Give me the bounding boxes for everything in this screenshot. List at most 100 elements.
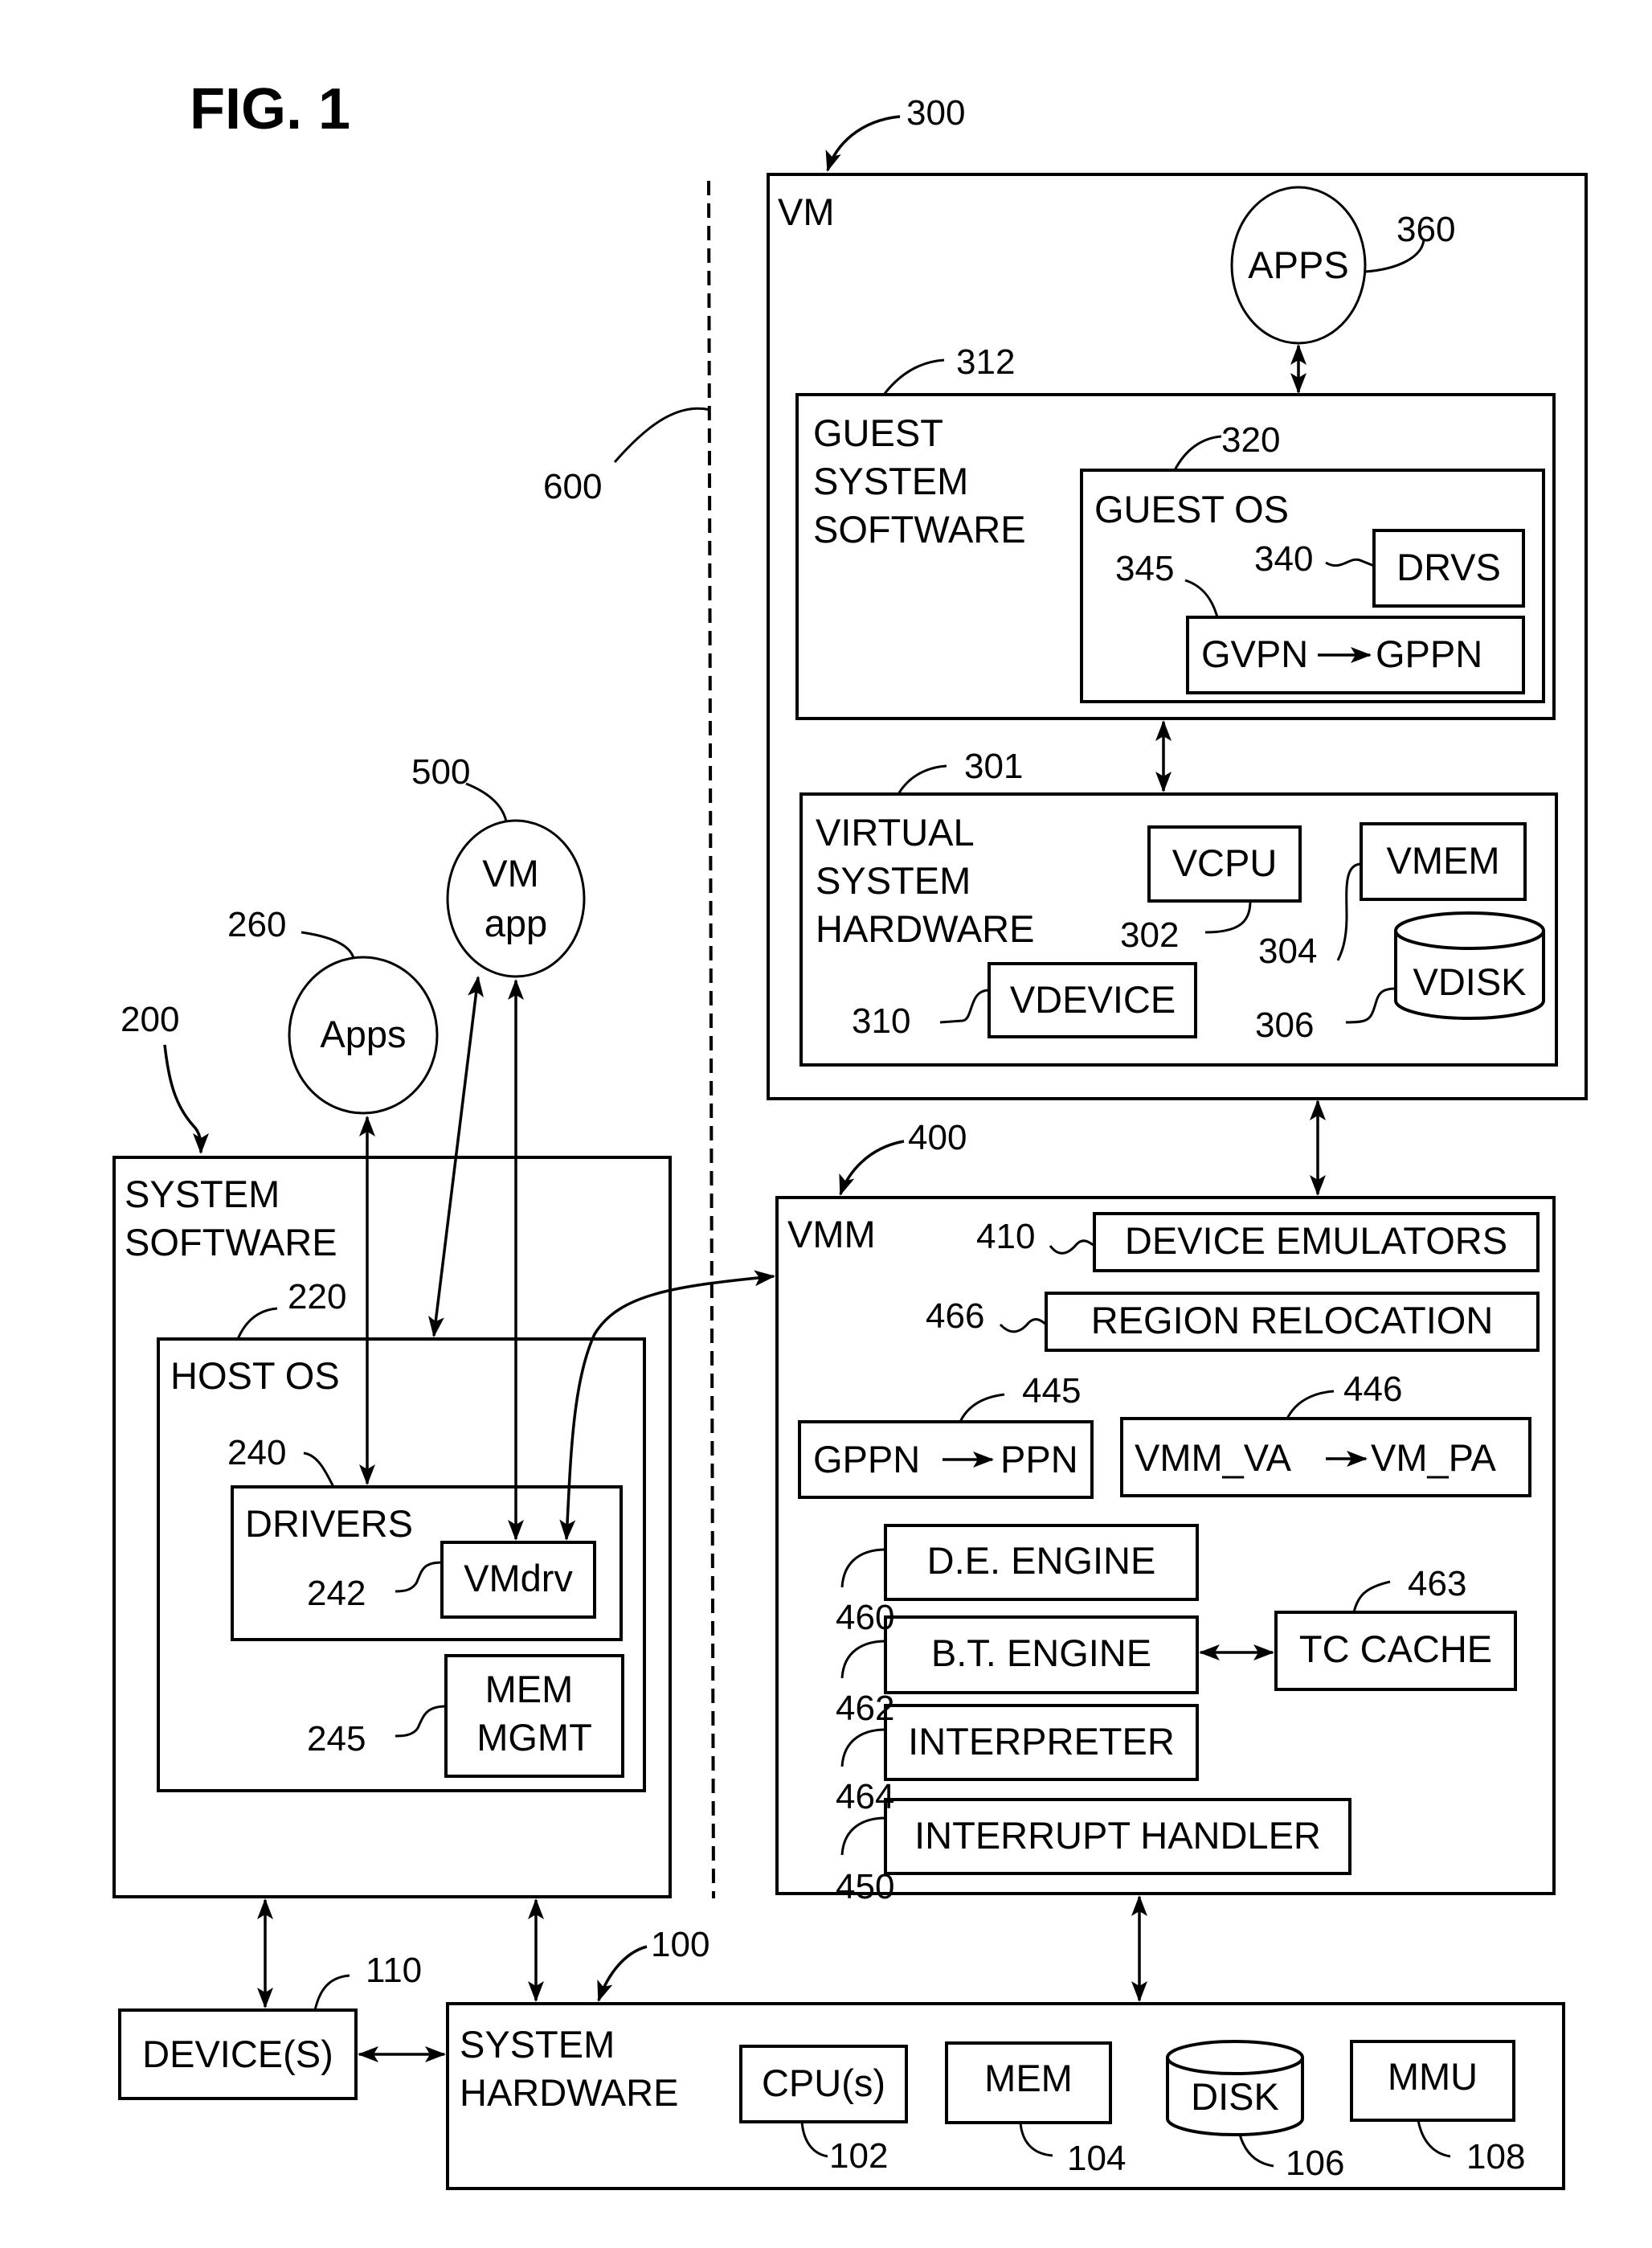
- ref-300: 300: [906, 93, 965, 133]
- ref-320-leader: [1173, 435, 1222, 471]
- ref-242: 242: [307, 1574, 366, 1613]
- ref-450: 450: [836, 1867, 894, 1906]
- guest-os-label: GUEST OS: [1094, 488, 1289, 530]
- ref-463-leader: [1352, 1580, 1391, 1613]
- ref-220: 220: [288, 1277, 346, 1316]
- ref-345-leader: [1184, 579, 1219, 618]
- ref-301: 301: [964, 747, 1023, 786]
- gvpn-label: GVPN: [1201, 633, 1308, 675]
- mem-mgmt-label: MEM MGMT: [476, 1668, 592, 1759]
- host-apps-label: Apps: [320, 1013, 406, 1055]
- ref-200-arrow: [163, 1044, 209, 1154]
- vm-label: VM: [778, 190, 835, 233]
- region-relocation-label: REGION RELOCATION: [1091, 1299, 1494, 1341]
- ref-302: 302: [1120, 915, 1179, 955]
- ref-304-leader: [1336, 862, 1362, 961]
- ref-110-leader: [313, 1974, 350, 2011]
- vmdrv-label: VMdrv: [464, 1557, 573, 1599]
- ref-110: 110: [366, 1951, 422, 1990]
- ref-260: 260: [227, 905, 286, 944]
- cpu-label: CPU(s): [762, 2062, 885, 2104]
- ref-345: 345: [1115, 549, 1174, 588]
- ref-450-leader: [840, 1816, 886, 1856]
- ref-245: 245: [307, 1719, 366, 1759]
- ref-242-leader: [395, 1561, 443, 1593]
- ref-360: 360: [1396, 210, 1455, 249]
- gppn-map-from-label: GPPN: [813, 1438, 920, 1480]
- ref-466-leader: [999, 1318, 1047, 1333]
- system-software-label: SYSTEM SOFTWARE: [125, 1173, 337, 1263]
- vm-apps-label: APPS: [1248, 244, 1348, 286]
- ref-340: 340: [1254, 539, 1313, 579]
- interrupt-handler-label: INTERRUPT HANDLER: [914, 1814, 1321, 1857]
- vmem-label: VMEM: [1387, 839, 1500, 882]
- vcpu-label: VCPU: [1172, 841, 1278, 884]
- devices-label: DEVICE(S): [142, 2033, 333, 2075]
- ref-240: 240: [227, 1433, 286, 1472]
- ref-306-leader: [1345, 987, 1396, 1024]
- ref-500: 500: [411, 752, 470, 792]
- mem-label: MEM: [984, 2057, 1073, 2099]
- ref-464-leader: [840, 1728, 886, 1767]
- ref-104-leader: [1019, 2122, 1053, 2157]
- vdisk-label: VDISK: [1413, 960, 1526, 1003]
- ref-245-leader: [395, 1705, 447, 1738]
- gppn-label: GPPN: [1376, 633, 1482, 675]
- ref-104: 104: [1067, 2139, 1126, 2178]
- ref-446-leader: [1286, 1390, 1335, 1419]
- figure-title: FIG. 1: [190, 77, 350, 141]
- host-os-label: HOST OS: [170, 1354, 340, 1397]
- ref-400: 400: [908, 1118, 967, 1157]
- ref-460-leader: [840, 1548, 886, 1588]
- vm-pa-label: VM_PA: [1371, 1436, 1496, 1479]
- ref-462-leader: [840, 1640, 886, 1679]
- ref-600: 600: [543, 467, 602, 506]
- drvs-label: DRVS: [1396, 546, 1501, 588]
- ref-312: 312: [956, 342, 1015, 382]
- vm-app-label: VM app: [482, 852, 550, 944]
- device-emulators-label: DEVICE EMULATORS: [1125, 1219, 1507, 1262]
- ref-108: 108: [1466, 2137, 1525, 2176]
- ref-260-leader: [301, 931, 355, 959]
- ref-100-arrow: [597, 1945, 648, 2002]
- ref-300-arrow: [825, 115, 901, 172]
- ref-240-leader: [303, 1452, 335, 1488]
- ref-310-leader: [939, 989, 990, 1024]
- ref-102-leader: [800, 2121, 828, 2158]
- disk-label: DISK: [1191, 2075, 1279, 2118]
- ref-306: 306: [1255, 1005, 1314, 1045]
- bt-engine-label: B.T. ENGINE: [931, 1632, 1151, 1674]
- ref-463: 463: [1408, 1564, 1466, 1603]
- ref-445: 445: [1022, 1371, 1081, 1411]
- ref-106: 106: [1286, 2144, 1344, 2183]
- ref-220-leader: [236, 1307, 278, 1340]
- ref-340-leader: [1325, 558, 1375, 567]
- vmm-label: VMM: [787, 1213, 876, 1255]
- tc-cache-label: TC CACHE: [1299, 1628, 1492, 1670]
- host-vm-separator-line: [707, 180, 715, 1899]
- de-engine-label: D.E. ENGINE: [927, 1539, 1156, 1582]
- ref-304: 304: [1258, 932, 1317, 971]
- separator-leader: [613, 407, 711, 463]
- ref-320: 320: [1221, 420, 1280, 460]
- ref-102: 102: [829, 2136, 888, 2176]
- ref-108-leader: [1417, 2119, 1451, 2158]
- ref-410-leader: [1049, 1239, 1095, 1255]
- ref-200: 200: [121, 1000, 179, 1039]
- vm-app-circle: [446, 819, 586, 978]
- fig1-diagram: FIG. 1 600 VM 300 APPS 360 GUEST SYSTEM …: [112, 77, 1588, 2190]
- gppn-map-to-label: PPN: [1000, 1438, 1078, 1480]
- ref-400-arrow: [839, 1140, 905, 1196]
- system-hardware-label: SYSTEM HARDWARE: [460, 2023, 678, 2114]
- virtual-system-hardware-label: VIRTUAL SYSTEM HARDWARE: [816, 811, 1034, 950]
- ref-446: 446: [1343, 1370, 1402, 1409]
- ref-466: 466: [926, 1296, 984, 1336]
- ref-302-leader: [1204, 900, 1252, 934]
- drivers-label: DRIVERS: [245, 1502, 413, 1545]
- ref-301-leader: [897, 764, 947, 795]
- interpreter-label: INTERPRETER: [908, 1720, 1175, 1763]
- ref-500-leader: [465, 782, 508, 822]
- vmm-va-label: VMM_VA: [1135, 1436, 1292, 1479]
- ref-410: 410: [976, 1217, 1035, 1256]
- mmu-label: MMU: [1388, 2055, 1478, 2098]
